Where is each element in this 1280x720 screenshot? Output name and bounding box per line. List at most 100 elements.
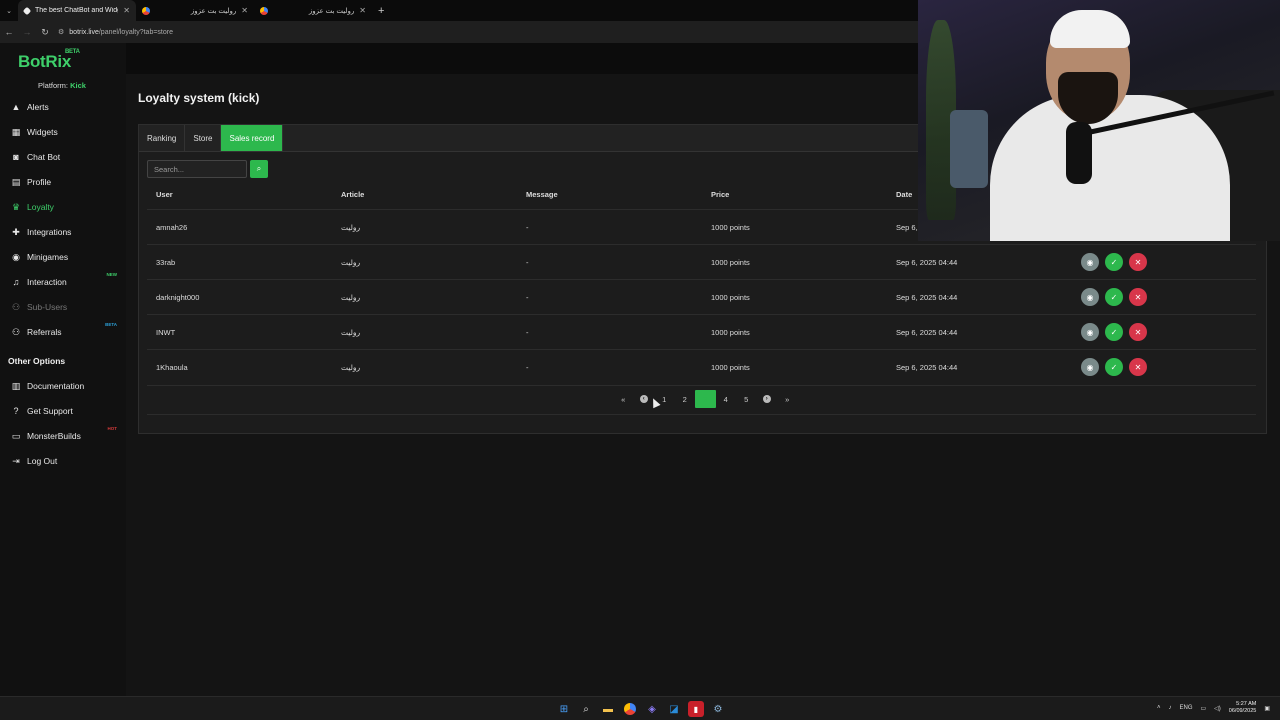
forward-arrow-icon[interactable]: → bbox=[18, 27, 36, 37]
cell-article: روليت bbox=[341, 223, 361, 232]
reject-button[interactable]: ✕ bbox=[1129, 358, 1147, 376]
file-explorer-icon[interactable]: ▬ bbox=[600, 701, 616, 717]
search-input[interactable] bbox=[147, 160, 247, 178]
network-icon[interactable]: ▭ bbox=[1201, 705, 1207, 712]
sidebar-item-integrations[interactable]: ✚ Integrations bbox=[11, 225, 121, 239]
chevron-up-icon[interactable]: ˄ bbox=[1157, 705, 1161, 711]
back-arrow-icon[interactable]: ← bbox=[0, 27, 18, 37]
webcam-person-body bbox=[990, 95, 1230, 241]
sidebar-item-get-support[interactable]: ? Get Support bbox=[11, 404, 121, 418]
page-3-button[interactable]: 3 bbox=[695, 390, 716, 408]
search-icon: ⌕ bbox=[256, 164, 262, 173]
sidebar-item-minigames[interactable]: ◉ Minigames bbox=[11, 250, 121, 264]
page-2-button[interactable]: 2 bbox=[675, 390, 696, 408]
close-icon[interactable]: ✕ bbox=[359, 6, 366, 15]
chevron-left-icon: ‹ bbox=[639, 395, 648, 403]
sidebar-item-monsterbuilds[interactable]: ▭ MonsterBuilds HOT bbox=[11, 426, 121, 443]
discord-icon[interactable]: ◈ bbox=[644, 701, 660, 717]
sidebar-item-documentation[interactable]: ▥ Documentation bbox=[11, 379, 121, 393]
steam-icon[interactable]: ⚙ bbox=[710, 701, 726, 717]
new-tab-button[interactable]: + bbox=[372, 5, 384, 17]
first-page-button[interactable]: « bbox=[613, 390, 634, 408]
cell-article: روليت bbox=[341, 363, 361, 372]
view-button[interactable]: ◉ bbox=[1081, 358, 1099, 376]
logo-text: BotRix bbox=[18, 52, 71, 71]
eye-icon: ◉ bbox=[1086, 327, 1094, 337]
check-icon: ✓ bbox=[1110, 362, 1118, 372]
cell-article: روليت bbox=[341, 293, 361, 302]
sidebar-item-loyalty[interactable]: ♛ Loyalty bbox=[11, 200, 121, 214]
reject-button[interactable]: ✕ bbox=[1129, 288, 1147, 306]
beta-badge: BETA bbox=[105, 322, 117, 327]
tab-title: روليت بت عزوز bbox=[190, 7, 237, 15]
search-bar: ⌕ bbox=[147, 160, 268, 178]
sidebar-item-label: Get Support bbox=[27, 406, 73, 416]
last-page-button[interactable]: » bbox=[777, 390, 798, 408]
outlook-icon[interactable]: ◪ bbox=[666, 701, 682, 717]
tab-sales-record[interactable]: Sales record bbox=[221, 125, 284, 151]
sidebar-item-label: MonsterBuilds bbox=[27, 431, 81, 441]
botrix-favicon-icon bbox=[22, 6, 32, 15]
language-indicator[interactable]: ENG bbox=[1179, 705, 1192, 711]
approve-button[interactable]: ✓ bbox=[1105, 253, 1123, 271]
browser-tab[interactable]: روليت بت عزوز ✕ bbox=[254, 0, 372, 21]
chrome-icon[interactable] bbox=[624, 703, 636, 715]
search-button[interactable]: ⌕ bbox=[250, 160, 268, 178]
page-4-button[interactable]: 4 bbox=[716, 390, 737, 408]
volume-icon[interactable]: ◁) bbox=[1214, 705, 1221, 712]
sidebar-item-profile[interactable]: ▤ Profile bbox=[11, 175, 121, 189]
sidebar-item-chat-bot[interactable]: ◙ Chat Bot bbox=[11, 150, 121, 164]
hot-badge: HOT bbox=[107, 426, 118, 431]
sidebar-item-log-out[interactable]: ⇥ Log Out bbox=[11, 454, 121, 468]
check-icon: ✓ bbox=[1110, 327, 1118, 337]
browser-tab[interactable]: روليت بت عزوز ✕ bbox=[136, 0, 254, 21]
sidebar-item-alerts[interactable]: ▲ Alerts bbox=[11, 100, 121, 114]
cell-date: Sep 6, bbox=[896, 223, 918, 232]
tab-store[interactable]: Store bbox=[185, 125, 222, 151]
notification-icon[interactable]: ▣ bbox=[1264, 705, 1270, 712]
music-icon: ♫ bbox=[12, 277, 20, 287]
view-button[interactable]: ◉ bbox=[1081, 253, 1099, 271]
approve-button[interactable]: ✓ bbox=[1105, 288, 1123, 306]
browser-tab[interactable]: The best ChatBot and Widgets ✕ bbox=[18, 0, 136, 21]
row-actions: ◉ ✓ ✕ bbox=[1081, 253, 1147, 271]
close-icon: ✕ bbox=[1134, 257, 1142, 267]
sidebar-item-interaction[interactable]: ♫ Interaction NEW bbox=[11, 272, 121, 289]
row-actions: ◉ ✓ ✕ bbox=[1081, 288, 1147, 306]
view-button[interactable]: ◉ bbox=[1081, 288, 1099, 306]
windows-start-icon[interactable]: ⊞ bbox=[556, 701, 572, 717]
close-icon[interactable]: ✕ bbox=[123, 6, 130, 15]
tab-title: روليت بت عزوز bbox=[308, 7, 355, 15]
system-tray: ˄ ♪ ENG ▭ ◁) 5:27 AM 06/09/2025 ▣ bbox=[1157, 701, 1270, 715]
column-header-price: Price bbox=[711, 190, 730, 199]
url-field[interactable]: ⚙ botrix.live/panel/loyalty?tab=store bbox=[58, 28, 173, 37]
reject-button[interactable]: ✕ bbox=[1129, 323, 1147, 341]
warning-icon: ▲ bbox=[11, 102, 21, 112]
page-5-button[interactable]: 5 bbox=[736, 390, 757, 408]
id-card-icon: ▤ bbox=[11, 176, 21, 187]
approve-button[interactable]: ✓ bbox=[1105, 323, 1123, 341]
sidebar-item-label: Loyalty bbox=[27, 202, 54, 212]
trophy-icon: ♛ bbox=[11, 201, 21, 212]
logo-beta-badge: BETA bbox=[65, 49, 80, 55]
sidebar-item-sub-users[interactable]: ⚇ Sub-Users bbox=[11, 300, 121, 314]
microphone-icon[interactable]: ♪ bbox=[1168, 705, 1171, 711]
sidebar-item-referrals[interactable]: ⚇ Referrals BETA bbox=[11, 322, 121, 339]
reject-button[interactable]: ✕ bbox=[1129, 253, 1147, 271]
approve-button[interactable]: ✓ bbox=[1105, 358, 1123, 376]
site-info-icon[interactable]: ⚙ bbox=[58, 28, 64, 36]
sidebar-item-widgets[interactable]: ▦ Widgets bbox=[11, 125, 121, 139]
pagination-divider bbox=[147, 414, 1256, 415]
new-badge: NEW bbox=[106, 272, 118, 277]
view-button[interactable]: ◉ bbox=[1081, 323, 1099, 341]
reload-icon[interactable]: ↻ bbox=[36, 27, 54, 38]
next-page-button[interactable]: › bbox=[757, 390, 778, 408]
search-icon[interactable]: ⌕ bbox=[578, 701, 594, 717]
question-icon: ? bbox=[13, 406, 19, 416]
botrix-logo[interactable]: BotRix BETA bbox=[18, 49, 80, 72]
clock[interactable]: 5:27 AM 06/09/2025 bbox=[1229, 701, 1257, 715]
tab-ranking[interactable]: Ranking bbox=[139, 125, 186, 151]
tab-search-button[interactable]: ⌄ bbox=[0, 0, 18, 21]
close-icon[interactable]: ✕ bbox=[241, 6, 248, 15]
app-icon[interactable]: ▮ bbox=[688, 701, 704, 717]
